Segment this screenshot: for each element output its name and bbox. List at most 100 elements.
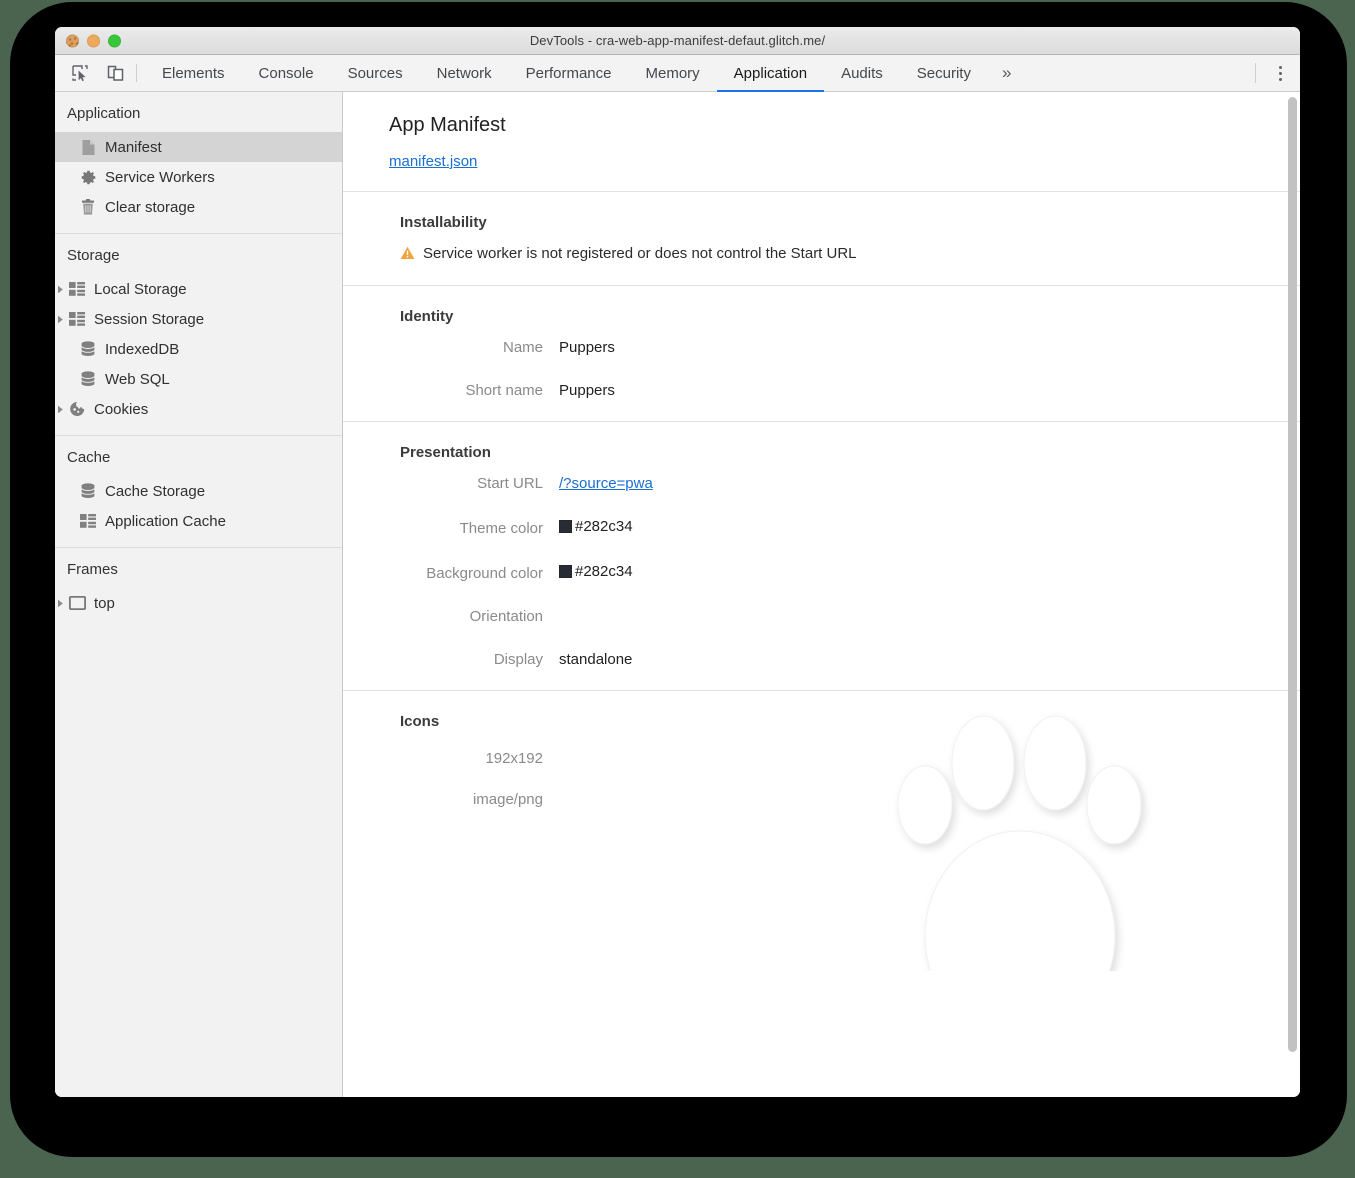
field-orientation: Orientation bbox=[389, 608, 1300, 625]
toolbar-divider-right bbox=[1255, 63, 1256, 83]
kebab-dot bbox=[1278, 71, 1282, 75]
sidebar-item-web-sql[interactable]: Web SQL bbox=[55, 364, 342, 394]
chevron-right-icon[interactable] bbox=[55, 315, 66, 324]
sidebar-item-label: Application Cache bbox=[105, 512, 226, 530]
sidebar-item-label: Manifest bbox=[105, 138, 162, 156]
start-url-link[interactable]: /?source=pwa bbox=[559, 475, 653, 492]
toolbar-divider bbox=[136, 64, 137, 82]
field-label: Name bbox=[502, 339, 543, 356]
vertical-scrollbar[interactable] bbox=[1288, 97, 1297, 1092]
sidebar-item-label: Session Storage bbox=[94, 310, 205, 328]
sidebar-section-header: Cache bbox=[67, 449, 111, 466]
gear-icon bbox=[79, 168, 97, 186]
chevron-right-icon[interactable] bbox=[55, 285, 66, 294]
sidebar-item-local-storage[interactable]: Local Storage bbox=[55, 274, 342, 304]
tab-elements[interactable]: Elements bbox=[145, 55, 242, 91]
installability-section: Installability Service worker is not reg… bbox=[343, 192, 1300, 286]
sidebar-section-header: Application bbox=[67, 105, 141, 122]
database-icon bbox=[79, 482, 97, 500]
sidebar-item-clear-storage[interactable]: Clear storage bbox=[55, 192, 342, 222]
sidebar-item-indexeddb[interactable]: IndexedDB bbox=[55, 334, 342, 364]
minimize-window-button[interactable] bbox=[87, 34, 100, 47]
identity-heading: Identity bbox=[400, 308, 454, 325]
maximize-window-button[interactable] bbox=[108, 34, 121, 47]
sidebar-item-manifest[interactable]: Manifest bbox=[55, 132, 342, 162]
sidebar-item-service-workers[interactable]: Service Workers bbox=[55, 162, 342, 192]
sidebar-section-application: Application Manifest Service Workers Cle… bbox=[55, 92, 342, 233]
chevron-right-icon[interactable] bbox=[55, 405, 66, 414]
kebab-menu-icon[interactable] bbox=[1270, 62, 1290, 84]
sidebar-item-label: Cookies bbox=[94, 400, 149, 418]
background-color-swatch bbox=[559, 565, 572, 578]
sidebar-item-label: Web SQL bbox=[105, 370, 170, 388]
tab-application[interactable]: Application bbox=[716, 55, 825, 92]
manifest-json-link[interactable]: manifest.json bbox=[389, 153, 477, 170]
field-label: Display bbox=[493, 651, 543, 668]
installability-warning-text: Service worker is not registered or does… bbox=[423, 245, 857, 262]
installability-warning: Service worker is not registered or does… bbox=[389, 245, 1300, 263]
application-sidebar: Application Manifest Service Workers Cle… bbox=[55, 92, 343, 1097]
scrollbar-thumb[interactable] bbox=[1288, 97, 1297, 1052]
manifest-header-section: App Manifest manifest.json bbox=[343, 92, 1300, 192]
kebab-dot bbox=[1278, 65, 1282, 69]
trash-icon bbox=[79, 198, 97, 216]
icon-metadata: 192x192 image/png bbox=[389, 750, 1300, 808]
sidebar-item-label: Clear storage bbox=[105, 198, 196, 216]
tab-security[interactable]: Security bbox=[900, 55, 988, 91]
field-display: Display standalone bbox=[389, 651, 1300, 668]
tab-sources[interactable]: Sources bbox=[331, 55, 420, 91]
field-label: Orientation bbox=[469, 608, 543, 625]
inspect-element-icon bbox=[72, 65, 88, 82]
tab-performance[interactable]: Performance bbox=[509, 55, 629, 91]
traffic-light-buttons bbox=[66, 34, 121, 47]
sidebar-section-storage: Storage Local Storage Session Storage In… bbox=[55, 233, 342, 435]
field-value: standalone bbox=[559, 651, 633, 668]
paw-print-image bbox=[883, 701, 1193, 973]
field-background-color: Background color #282c34 bbox=[389, 563, 1300, 582]
presentation-heading: Presentation bbox=[400, 444, 491, 461]
theme-color-value: #282c34 bbox=[575, 518, 633, 535]
icon-mime-value: image/png bbox=[472, 791, 543, 808]
device-toolbar-icon bbox=[107, 65, 123, 81]
field-label: Background color bbox=[426, 565, 543, 582]
devtools-tool-buttons bbox=[55, 55, 132, 91]
more-tabs-button[interactable]: » bbox=[988, 55, 1025, 91]
sidebar-item-label: IndexedDB bbox=[105, 340, 180, 358]
frame-icon bbox=[68, 594, 86, 612]
field-value: Puppers bbox=[559, 339, 615, 356]
icons-section: Icons 192x192 image/png bbox=[343, 691, 1300, 973]
icon-size-value: 192x192 bbox=[485, 750, 543, 767]
device-toolbar-button[interactable] bbox=[104, 62, 126, 84]
manifest-content-pane: App Manifest manifest.json Installabilit… bbox=[343, 92, 1300, 1097]
presentation-section: Presentation Start URL /?source=pwa Them… bbox=[343, 422, 1300, 691]
installability-heading: Installability bbox=[400, 214, 487, 231]
warning-triangle-icon bbox=[400, 246, 415, 264]
field-label: Short name bbox=[465, 382, 543, 399]
field-label: Start URL bbox=[477, 475, 543, 492]
field-icon-size: 192x192 bbox=[389, 750, 1300, 767]
inspect-element-button[interactable] bbox=[69, 62, 91, 84]
sidebar-item-cookies[interactable]: Cookies bbox=[55, 394, 342, 424]
field-theme-color: Theme color #282c34 bbox=[389, 518, 1300, 537]
devtools-tabstrip: Elements Console Sources Network Perform… bbox=[55, 55, 1300, 92]
tab-network[interactable]: Network bbox=[420, 55, 509, 91]
window-titlebar: DevTools - cra-web-app-manifest-defaut.g… bbox=[55, 27, 1300, 55]
chevron-right-icon[interactable] bbox=[55, 599, 66, 608]
sidebar-item-label: Cache Storage bbox=[105, 482, 206, 500]
sidebar-item-cache-storage[interactable]: Cache Storage bbox=[55, 476, 342, 506]
sidebar-item-application-cache[interactable]: Application Cache bbox=[55, 506, 342, 536]
tab-console[interactable]: Console bbox=[242, 55, 331, 91]
table-icon bbox=[68, 280, 86, 298]
tab-memory[interactable]: Memory bbox=[629, 55, 717, 91]
document-icon bbox=[79, 138, 97, 156]
field-start-url: Start URL /?source=pwa bbox=[389, 475, 1300, 492]
tab-audits[interactable]: Audits bbox=[824, 55, 900, 91]
close-window-button[interactable] bbox=[66, 34, 79, 47]
devtools-body: Application Manifest Service Workers Cle… bbox=[55, 92, 1300, 1097]
table-icon bbox=[79, 512, 97, 530]
sidebar-item-top[interactable]: top bbox=[55, 588, 342, 618]
database-icon bbox=[79, 340, 97, 358]
sidebar-item-session-storage[interactable]: Session Storage bbox=[55, 304, 342, 334]
